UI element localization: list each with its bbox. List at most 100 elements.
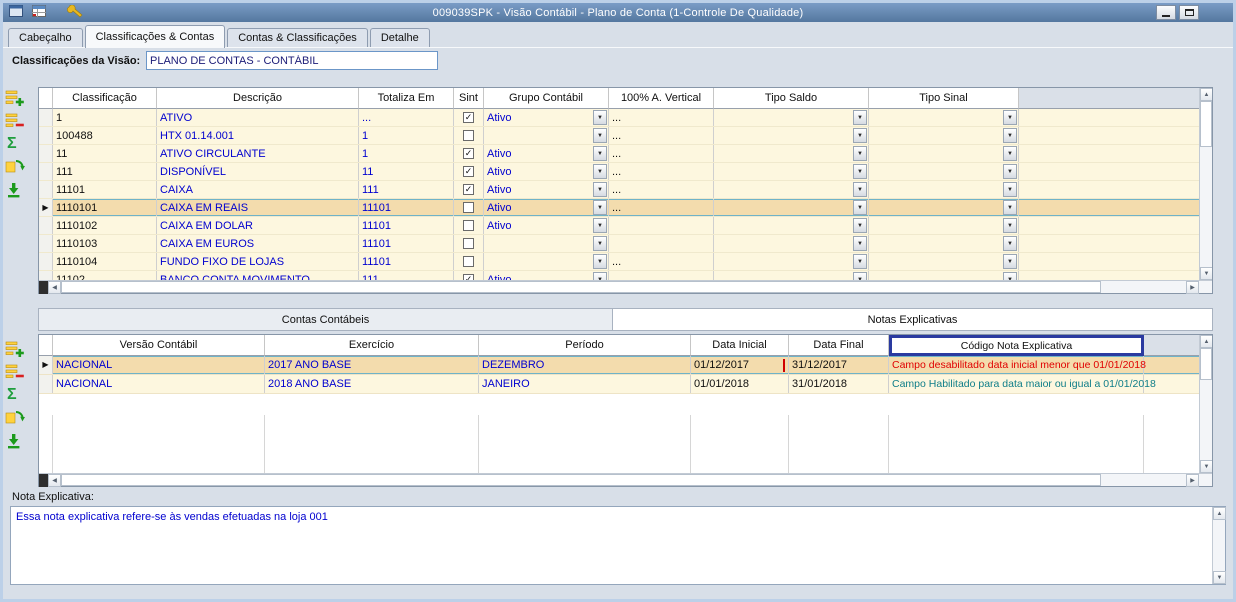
cell-classificacao[interactable]: 11 (53, 145, 157, 162)
dropdown-arrow-icon[interactable]: ▼ (593, 254, 607, 269)
cell-a-vertical[interactable]: ... (609, 181, 714, 198)
cell-sint[interactable] (454, 127, 484, 144)
header-sint[interactable]: Sint (454, 88, 484, 109)
cell-tipo-sinal[interactable]: ▼ (869, 127, 1019, 144)
cell-classificacao[interactable]: 11102 (53, 271, 157, 280)
delete-record-icon[interactable] (5, 111, 31, 131)
header-classificacao[interactable]: Classificação (53, 88, 157, 109)
cell-totaliza-em[interactable]: 11101 (359, 199, 454, 216)
cell-codigo-nota-explicativa[interactable]: Campo Habilitado para data maior ou igua… (889, 375, 1144, 393)
cell-classificacao[interactable]: 1110103 (53, 235, 157, 252)
scrollbar-thumb[interactable] (1200, 348, 1212, 380)
dropdown-arrow-icon[interactable]: ▼ (1003, 164, 1017, 179)
dropdown-arrow-icon[interactable]: ▼ (593, 272, 607, 280)
cell-tipo-sinal[interactable]: ▼ (869, 235, 1019, 252)
nota-table-row[interactable]: ▶ NACIONAL 2018 ANO BASE JANEIRO 01/01/2… (39, 375, 1199, 394)
tab-detalhe[interactable]: Detalhe (370, 28, 430, 47)
cell-totaliza-em[interactable]: 11101 (359, 253, 454, 270)
cell-classificacao[interactable]: 1 (53, 109, 157, 126)
scrollbar-thumb[interactable] (61, 281, 1101, 293)
cell-tipo-saldo[interactable]: ▼ (714, 127, 869, 144)
scroll-left-icon[interactable]: ◀ (48, 281, 61, 294)
dropdown-arrow-icon[interactable]: ▼ (593, 218, 607, 233)
dropdown-arrow-icon[interactable]: ▼ (593, 236, 607, 251)
cell-grupo-contabil[interactable]: Ativo▼ (484, 145, 609, 162)
grid1-vertical-scrollbar[interactable]: ▲ ▼ (1199, 88, 1212, 280)
header-codigo-nota-explicativa[interactable]: Código Nota Explicativa (889, 335, 1144, 356)
dropdown-arrow-icon[interactable]: ▼ (1003, 110, 1017, 125)
dropdown-arrow-icon[interactable]: ▼ (853, 272, 867, 280)
cell-tipo-saldo[interactable]: ▼ (714, 235, 869, 252)
cell-totaliza-em[interactable]: 1 (359, 127, 454, 144)
sint-checkbox[interactable] (463, 256, 474, 267)
vision-input[interactable] (146, 51, 438, 70)
delete-record-icon[interactable] (5, 362, 31, 382)
dropdown-arrow-icon[interactable]: ▼ (853, 110, 867, 125)
header-periodo[interactable]: Período (479, 335, 691, 356)
cell-grupo-contabil[interactable]: Ativo▼ (484, 163, 609, 180)
cell-totaliza-em[interactable]: 11101 (359, 217, 454, 234)
cell-totaliza-em[interactable]: ... (359, 109, 454, 126)
cell-grupo-contabil[interactable]: ▼ (484, 235, 609, 252)
cell-classificacao[interactable]: 111 (53, 163, 157, 180)
cell-grupo-contabil[interactable]: ▼ (484, 127, 609, 144)
scrollbar-thumb[interactable] (61, 474, 1101, 486)
scroll-up-icon[interactable]: ▲ (1213, 507, 1226, 520)
window-app-icon[interactable] (9, 5, 23, 20)
dropdown-arrow-icon[interactable]: ▼ (593, 146, 607, 161)
sint-checkbox[interactable] (463, 130, 474, 141)
cell-data-inicial[interactable]: 01/12/2017 (691, 356, 789, 374)
cell-data-inicial[interactable]: 01/01/2018 (691, 375, 789, 393)
sint-checkbox[interactable] (463, 184, 474, 195)
cell-a-vertical[interactable] (609, 217, 714, 234)
cell-sint[interactable] (454, 181, 484, 198)
sum-icon[interactable]: Σ (5, 385, 31, 405)
cell-exercicio[interactable]: 2017 ANO BASE (265, 356, 479, 374)
dropdown-arrow-icon[interactable]: ▼ (593, 110, 607, 125)
refresh-icon[interactable] (5, 157, 31, 177)
cell-descricao[interactable]: ATIVO (157, 109, 359, 126)
cell-totaliza-em[interactable]: 1 (359, 145, 454, 162)
classification-table-row[interactable]: ▶ 1110104 FUNDO FIXO DE LOJAS 11101 ▼ ..… (39, 253, 1199, 271)
scroll-left-icon[interactable]: ◀ (48, 474, 61, 487)
cell-tipo-sinal[interactable]: ▼ (869, 271, 1019, 280)
cell-sint[interactable] (454, 163, 484, 180)
dropdown-arrow-icon[interactable]: ▼ (593, 200, 607, 215)
cell-grupo-contabil[interactable]: Ativo▼ (484, 271, 609, 280)
scroll-up-icon[interactable]: ▲ (1200, 88, 1212, 101)
cell-sint[interactable] (454, 253, 484, 270)
dropdown-arrow-icon[interactable]: ▼ (853, 146, 867, 161)
classification-table-row[interactable]: ▶ 1110101 CAIXA EM REAIS 11101 Ativo▼ ..… (39, 199, 1199, 217)
go-to-last-icon[interactable] (5, 180, 31, 200)
cell-sint[interactable] (454, 145, 484, 162)
header-a-vertical[interactable]: 100% A. Vertical (609, 88, 714, 109)
scroll-down-icon[interactable]: ▼ (1200, 460, 1212, 473)
sint-checkbox[interactable] (463, 220, 474, 231)
cell-grupo-contabil[interactable]: Ativo▼ (484, 181, 609, 198)
maximize-button[interactable] (1179, 5, 1199, 20)
cell-tipo-sinal[interactable]: ▼ (869, 145, 1019, 162)
dropdown-arrow-icon[interactable]: ▼ (853, 128, 867, 143)
cell-descricao[interactable]: CAIXA EM REAIS (157, 199, 359, 216)
classification-table-row[interactable]: ▶ 1 ATIVO ... Ativo▼ ... ▼ ▼ (39, 109, 1199, 127)
cell-tipo-saldo[interactable]: ▼ (714, 217, 869, 234)
header-data-final[interactable]: Data Final (789, 335, 889, 356)
cell-totaliza-em[interactable]: 11 (359, 163, 454, 180)
grid2-horizontal-scrollbar[interactable]: ◀ ▶ (39, 473, 1212, 486)
nota-vertical-scrollbar[interactable]: ▲ ▼ (1212, 507, 1225, 584)
header-data-inicial[interactable]: Data Inicial (691, 335, 789, 356)
dropdown-arrow-icon[interactable]: ▼ (1003, 182, 1017, 197)
cell-classificacao[interactable]: 1110104 (53, 253, 157, 270)
dropdown-arrow-icon[interactable]: ▼ (853, 182, 867, 197)
cell-sint[interactable] (454, 217, 484, 234)
tab-notas-explicativas[interactable]: Notas Explicativas (612, 308, 1213, 331)
header-exercicio[interactable]: Exercício (265, 335, 479, 356)
cell-tipo-sinal[interactable]: ▼ (869, 163, 1019, 180)
cell-descricao[interactable]: CAIXA EM DOLAR (157, 217, 359, 234)
cell-classificacao[interactable]: 1110102 (53, 217, 157, 234)
cell-versao-contabil[interactable]: NACIONAL (53, 375, 265, 393)
cell-grupo-contabil[interactable]: Ativo▼ (484, 199, 609, 216)
scroll-down-icon[interactable]: ▼ (1200, 267, 1212, 280)
dropdown-arrow-icon[interactable]: ▼ (1003, 200, 1017, 215)
cell-a-vertical[interactable]: ... (609, 163, 714, 180)
